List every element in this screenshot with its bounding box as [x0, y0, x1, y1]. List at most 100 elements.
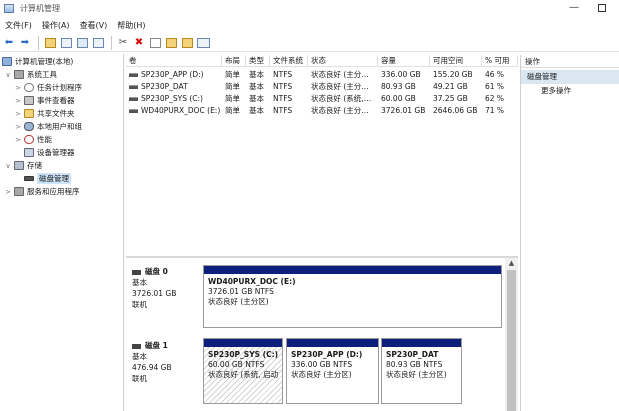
- chevron-right-icon[interactable]: >: [4, 188, 12, 196]
- tree-system-tools[interactable]: ∨ 系统工具: [4, 68, 57, 81]
- cell-percent: 71 %: [485, 106, 505, 115]
- cell-type: 基本: [249, 94, 264, 103]
- table-row[interactable]: WD40PURX_DOC (E:): [126, 105, 222, 116]
- table-row[interactable]: SP230P_DAT: [126, 81, 222, 92]
- open-icon[interactable]: [164, 36, 178, 50]
- tools-icon: [14, 70, 24, 79]
- cell-free: 2646.06 GB: [433, 106, 478, 115]
- tree-device-manager[interactable]: 设备管理器: [22, 146, 75, 159]
- console-icon[interactable]: [91, 36, 105, 50]
- column-layout[interactable]: 布局: [222, 55, 246, 67]
- search-icon[interactable]: [180, 36, 194, 50]
- toolbar-separator: [38, 35, 39, 50]
- users-icon: [24, 122, 34, 131]
- cell-capacity: 336.00 GB: [381, 70, 421, 79]
- table-row[interactable]: SP230P_APP (D:): [126, 69, 222, 80]
- partition-c[interactable]: SP230P_SYS (C:) 60.00 GB NTFS 状态良好 (系统, …: [203, 338, 283, 404]
- cell-layout: 简单: [225, 82, 240, 91]
- disk-icon: [132, 343, 141, 349]
- menu-help[interactable]: 帮助(H): [112, 20, 150, 31]
- disk-1-info[interactable]: 磁盘 1 基本 476.94 GB 联机: [126, 340, 200, 384]
- minimize-button[interactable]: —: [560, 0, 588, 17]
- forward-icon[interactable]: ➡: [18, 36, 32, 50]
- tree-task-scheduler[interactable]: > 任务计划程序: [14, 81, 82, 94]
- properties-icon[interactable]: [148, 36, 162, 50]
- menu-file[interactable]: 文件(F): [0, 20, 37, 31]
- tree-shared-folders[interactable]: > 共享文件夹: [14, 107, 75, 120]
- help-icon[interactable]: [75, 36, 89, 50]
- partition-dat[interactable]: SP230P_DAT 80.93 GB NTFS 状态良好 (主分区): [381, 338, 462, 404]
- menu-view[interactable]: 查看(V): [75, 20, 113, 31]
- toolbar: ⬅ ➡ ✂ ✖: [0, 34, 619, 52]
- back-icon[interactable]: ⬅: [2, 36, 16, 50]
- disk-icon: [24, 176, 34, 181]
- cell-percent: 62 %: [485, 94, 505, 103]
- chevron-right-icon[interactable]: >: [14, 123, 22, 131]
- clock-icon: [24, 83, 34, 92]
- column-percent-free[interactable]: % 可用: [482, 55, 518, 67]
- cell-layout: 简单: [225, 94, 240, 103]
- tree-local-users[interactable]: > 本地用户和组: [14, 120, 82, 133]
- cell-filesystem: NTFS: [273, 70, 293, 79]
- shared-folder-icon: [24, 109, 34, 118]
- device-manager-icon: [24, 148, 34, 157]
- disk-view-scrollbar[interactable]: ▲: [505, 258, 518, 411]
- actions-header: 操作: [521, 55, 619, 68]
- scroll-thumb[interactable]: [507, 270, 516, 411]
- console-tree: 计算机管理(本地) ∨ 系统工具 > 任务计划程序 > 事件查看器 > 共享文件…: [0, 54, 124, 411]
- column-free-space[interactable]: 可用空间: [430, 55, 482, 67]
- chevron-down-icon[interactable]: ∨: [4, 71, 12, 79]
- chevron-down-icon[interactable]: ∨: [4, 162, 12, 170]
- disk-size: 476.94 GB: [132, 363, 172, 372]
- column-volume[interactable]: 卷: [126, 55, 222, 67]
- column-status[interactable]: 状态: [308, 55, 378, 67]
- disk-status: 联机: [132, 300, 147, 309]
- up-folder-icon[interactable]: [43, 36, 57, 50]
- chevron-right-icon[interactable]: >: [14, 97, 22, 105]
- chevron-right-icon[interactable]: >: [14, 110, 22, 118]
- tree-event-viewer[interactable]: > 事件查看器: [14, 94, 75, 107]
- volume-icon: [129, 85, 138, 89]
- toolbar-separator: [111, 35, 112, 50]
- chevron-right-icon[interactable]: >: [14, 136, 22, 144]
- storage-icon: [14, 161, 24, 170]
- menu-bar: 文件(F) 操作(A) 查看(V) 帮助(H): [0, 18, 619, 33]
- column-filesystem[interactable]: 文件系统: [270, 55, 308, 67]
- connect-icon[interactable]: ✂: [116, 36, 130, 50]
- cell-capacity: 3726.01 GB: [381, 106, 426, 115]
- more-icon[interactable]: [196, 36, 210, 50]
- window-title: 计算机管理: [20, 4, 60, 13]
- column-capacity[interactable]: 容量: [378, 55, 430, 67]
- scroll-up-icon[interactable]: ▲: [505, 258, 518, 268]
- more-actions-link[interactable]: 更多操作: [521, 84, 619, 98]
- tree-disk-management[interactable]: 磁盘管理: [22, 172, 71, 185]
- delete-icon[interactable]: ✖: [132, 36, 146, 50]
- disk-0-info[interactable]: 磁盘 0 基本 3726.01 GB 联机: [126, 266, 200, 310]
- tree-performance[interactable]: > 性能: [14, 133, 52, 146]
- partition-d[interactable]: SP230P_APP (D:) 336.00 GB NTFS 状态良好 (主分区…: [286, 338, 379, 404]
- volume-icon: [129, 73, 138, 77]
- maximize-icon: [598, 4, 606, 12]
- table-row[interactable]: SP230P_SYS (C:): [126, 93, 222, 104]
- tree-root[interactable]: 计算机管理(本地): [2, 55, 73, 68]
- chevron-right-icon[interactable]: >: [14, 84, 22, 92]
- services-icon: [14, 187, 24, 196]
- event-viewer-icon: [24, 96, 34, 105]
- computer-icon: [2, 57, 12, 66]
- show-tree-icon[interactable]: [59, 36, 73, 50]
- cell-status: 状态良好 (主分…: [311, 70, 369, 79]
- disk-icon: [132, 269, 141, 275]
- partition-bar: [204, 266, 501, 274]
- menu-action[interactable]: 操作(A): [37, 20, 75, 31]
- tree-services-apps[interactable]: > 服务和应用程序: [4, 185, 80, 198]
- column-type[interactable]: 类型: [246, 55, 270, 67]
- partition-e[interactable]: WD40PURX_DOC (E:) 3726.01 GB NTFS 状态良好 (…: [203, 265, 502, 328]
- actions-section-disk-management[interactable]: 磁盘管理: [521, 70, 619, 84]
- cell-layout: 简单: [225, 106, 240, 115]
- tree-storage[interactable]: ∨ 存储: [4, 159, 42, 172]
- actions-pane: 操作 磁盘管理 更多操作: [520, 55, 619, 411]
- partition-bar: [382, 339, 461, 347]
- partition-bar: [287, 339, 378, 347]
- cell-filesystem: NTFS: [273, 82, 293, 91]
- maximize-button[interactable]: [588, 0, 616, 17]
